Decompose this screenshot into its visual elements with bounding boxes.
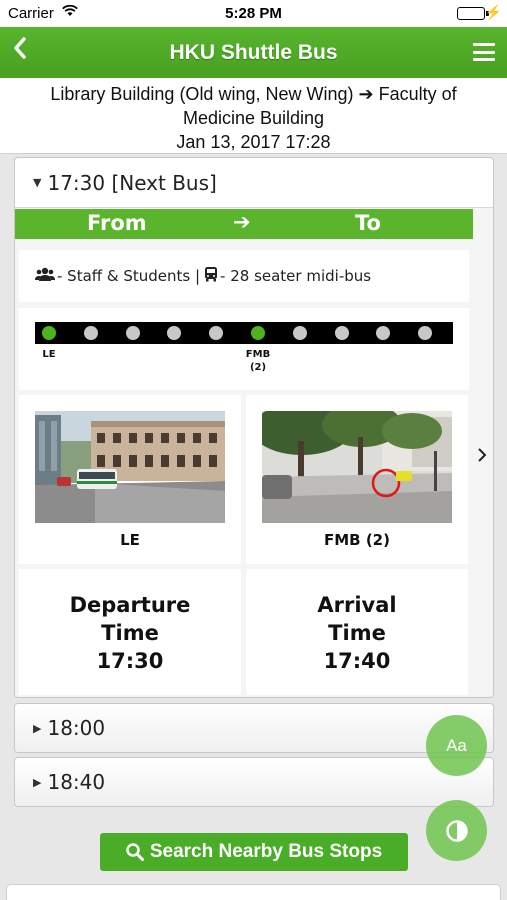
caret-right-icon: ▶ [33,721,42,735]
stops-track [35,322,453,344]
page-title: HKU Shuttle Bus [169,41,338,64]
navigation-bar: HKU Shuttle Bus [0,27,507,78]
contrast-icon [445,819,468,842]
users-icon [35,267,55,285]
charging-icon: ⚡ [484,4,502,20]
route-line-1: Library Building (Old wing, New Wing) ➔ … [50,84,457,104]
search-button-label: Search Nearby Bus Stops [149,841,383,862]
stop-dot [292,326,307,340]
stop-dot [125,326,140,340]
chevron-right-icon[interactable] [477,446,487,469]
stop-dot [209,326,224,340]
arrival-time: 17:40 [323,649,391,673]
departure-line-2: Time [101,621,159,645]
battery-icon [457,7,485,20]
trip-time: 18:00 [47,716,106,740]
stop-label: LE [42,349,56,360]
status-time: 5:28 PM [225,5,282,22]
stop-dot [418,326,433,340]
trip-heading: 17:30 [Next Bus] [47,170,217,195]
bus-icon [204,266,218,286]
from-stop-card[interactable]: LE [19,395,241,564]
stop-dot [376,326,391,340]
stop-dot [42,326,56,340]
stop-dot [83,326,98,340]
caret-right-icon: ▶ [33,775,42,789]
trip-time: 18:40 [47,770,106,794]
route-header: Library Building (Old wing, New Wing) ➔ … [0,78,507,154]
search-nearby-button[interactable]: Search Nearby Bus Stops [100,833,408,871]
trip-header[interactable]: ▶ 18:00 [15,704,493,752]
font-size-label: Aa [446,735,467,755]
from-label: From [87,211,147,235]
arrow-right-icon: ➔ [233,210,251,234]
to-stop-card[interactable]: FMB (2) [246,395,468,564]
to-stop-photo [262,411,452,523]
departure-time: 17:30 [96,649,164,673]
vehicle-info: - 28 seater midi-bus [220,267,372,285]
to-label: To [355,211,381,235]
caret-down-icon: ▼ [33,176,42,189]
departure-line-1: Departure [69,593,191,617]
route-line-2: Medicine Building [182,108,325,128]
status-bar: Carrier 5:28 PM ⚡ [0,0,507,27]
trip-header[interactable]: ▶ 18:40 [15,758,493,806]
hamburger-menu-icon[interactable] [473,43,495,61]
trip-info-row: - Staff & Students | - 28 seater midi-bu… [19,250,469,302]
passenger-info: - Staff & Students | [57,267,201,285]
bottom-card [6,884,501,900]
stop-dot [251,326,265,340]
trip-panel-open: ▼ 17:30 [Next Bus] From ➔ To - Staff & S… [14,157,494,698]
stop-dot [334,326,349,340]
arrival-line-2: Time [328,621,386,645]
arrival-line-1: Arrival [317,593,397,617]
search-icon [126,843,144,861]
to-stop-caption: FMB (2) [324,531,390,549]
stop-label: FMB (2) [245,349,271,373]
trip-panel-collapsed[interactable]: ▶ 18:40 [14,757,494,807]
from-stop-caption: LE [120,531,140,549]
arrival-time-card: Arrival Time 17:40 [246,569,468,695]
trip-header-next[interactable]: ▼ 17:30 [Next Bus] [15,158,493,208]
font-size-button[interactable]: Aa [426,715,487,776]
from-to-bar: From ➔ To [15,209,473,239]
stops-timeline: LE FMB (2) [19,308,469,390]
departure-time-card: Departure Time 17:30 [19,569,241,695]
route-datetime: Jan 13, 2017 17:28 [176,132,331,152]
from-stop-photo [35,411,225,523]
trip-panel-collapsed[interactable]: ▶ 18:00 [14,703,494,753]
stop-dot [167,326,182,340]
contrast-button[interactable] [426,800,487,861]
